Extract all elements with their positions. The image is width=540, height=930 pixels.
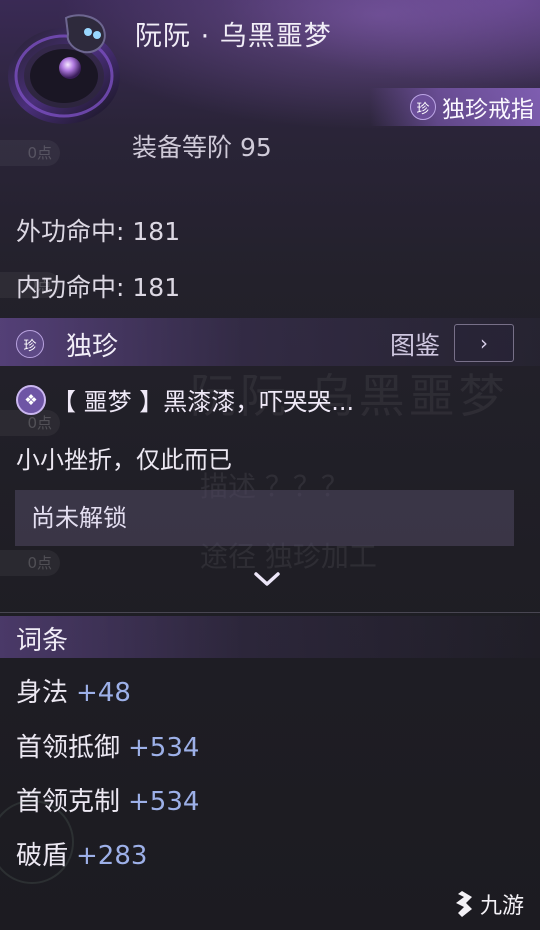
skill-name: 【 噩梦 】黑漆漆，吓哭哭... [52, 388, 355, 416]
chevron-right-icon: › [480, 331, 488, 355]
attributes-header-label: 词条 [16, 626, 69, 656]
attribute-value: +48 [76, 678, 131, 708]
stat-row: 外功命中: 181 [16, 217, 181, 246]
rarity-label: 独珍戒指 [442, 97, 534, 123]
tier-label: 装备等阶 [132, 133, 233, 162]
ring-item-icon [8, 14, 120, 124]
diamond-emblem-icon: ❖ [16, 384, 46, 415]
item-name: 阮阮 · 乌黑噩梦 [135, 21, 332, 52]
section-divider [0, 612, 540, 613]
atlas-button[interactable]: › [454, 324, 514, 362]
watermark-text: 九游 [479, 894, 524, 919]
stat-label: 外功命中 [16, 217, 117, 246]
unique-section-title: 独珍 [66, 332, 119, 362]
attributes-header: 词条 [0, 616, 540, 658]
attribute-label: 身法 [16, 678, 69, 708]
item-tooltip-panel: 阮阮·乌黑噩梦 描述 ？？？ 途径 独珍加工 0点 0点 0点 0点 阮阮 · … [0, 0, 540, 930]
attribute-row: 身法 +48 [16, 672, 131, 709]
stat-label: 内功命中 [16, 273, 117, 302]
tier-value: 95 [239, 133, 272, 162]
stat-value: 181 [132, 217, 181, 246]
attribute-value: +534 [128, 733, 200, 763]
side-pill: 0点 [0, 140, 60, 166]
chevron-down-icon[interactable] [250, 568, 284, 598]
skill-description: 小小挫折，仅此而已 [16, 446, 232, 474]
attribute-label: 首领抵御 [16, 733, 121, 763]
side-pill: 0点 [0, 550, 60, 576]
attribute-value: +283 [76, 841, 148, 871]
watermark: 九游 [448, 888, 524, 920]
unique-gem-icon: 珍 [16, 330, 44, 358]
stat-row: 内功命中: 181 [16, 273, 181, 302]
watermark-logo-icon [455, 891, 472, 917]
unique-skill[interactable]: ❖ 【 噩梦 】黑漆漆，吓哭哭... [16, 382, 354, 417]
unique-section-header: 珍 独珍 图鉴 › [0, 318, 540, 366]
locked-status-box: 尚未解锁 [15, 490, 514, 546]
rarity-icon: 珍 [410, 94, 436, 120]
equipment-tier: 装备等阶 95 [132, 128, 272, 164]
attribute-value: +534 [128, 787, 200, 817]
stat-value: 181 [132, 273, 181, 302]
rarity-tag: 珍 独珍戒指 [370, 88, 540, 126]
attribute-row: 首领抵御 +534 [16, 727, 199, 764]
atlas-label[interactable]: 图鉴 [390, 326, 440, 362]
